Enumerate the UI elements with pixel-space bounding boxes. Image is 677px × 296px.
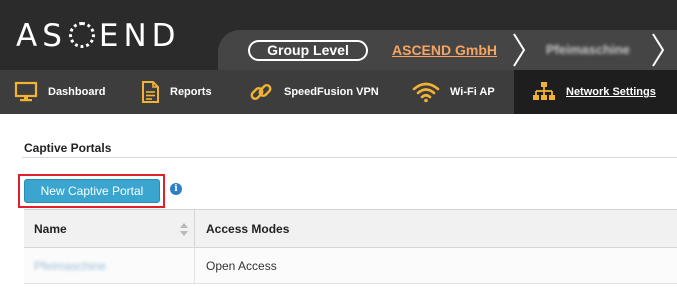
section-title: Captive Portals <box>24 141 112 155</box>
access-modes-cell: Open Access <box>194 248 677 284</box>
network-tree-icon <box>532 81 556 103</box>
nav-item-reports[interactable]: Reports <box>140 70 212 114</box>
wifi-icon <box>412 81 440 103</box>
nav-item-label: Wi-Fi AP <box>450 86 495 98</box>
logo-dotted-c-icon <box>68 22 95 48</box>
nav-item-wifi-ap[interactable]: Wi-Fi AP <box>412 70 495 114</box>
breadcrumb-chevron-icon <box>512 30 526 70</box>
organization-link[interactable]: ASCEND GmbH <box>392 41 497 59</box>
nav-item-dashboard[interactable]: Dashboard <box>14 70 105 114</box>
nav-item-speedfusion-vpn[interactable]: SpeedFusion VPN <box>248 70 379 114</box>
monitor-icon <box>14 81 38 103</box>
table-header: Name Access Modes <box>24 210 677 248</box>
main-nav: Dashboard Reports SpeedFusion VPN Wi-Fi … <box>0 70 677 114</box>
breadcrumb-chevron-icon <box>651 30 665 70</box>
captive-portals-table: Name Access Modes Pfeimaschine Open Acce… <box>24 209 677 284</box>
section-divider <box>22 157 677 158</box>
group-level-badge[interactable]: Group Level <box>248 40 368 61</box>
table-row[interactable]: Pfeimaschine Open Access <box>24 248 677 284</box>
nav-item-network-settings[interactable]: Network Settings <box>514 70 677 114</box>
nav-item-label: Dashboard <box>48 86 106 98</box>
nav-item-label: Network Settings <box>566 86 656 98</box>
sort-icon[interactable] <box>180 223 188 236</box>
nav-item-label: Reports <box>170 86 212 98</box>
chain-link-icon <box>248 79 274 105</box>
nav-item-label: SpeedFusion VPN <box>284 86 379 98</box>
top-header: AS END Group Level ASCEND GmbH Pfeimaschi… <box>0 0 677 70</box>
column-header-name[interactable]: Name <box>24 210 194 248</box>
brand-logo[interactable]: AS END <box>16 18 181 54</box>
main-content: Captive Portals New Captive Portal i Nam… <box>0 114 677 296</box>
document-icon <box>140 80 160 104</box>
portal-name-cell[interactable]: Pfeimaschine <box>24 248 194 284</box>
info-icon[interactable]: i <box>170 183 182 195</box>
device-breadcrumb[interactable]: Pfeimaschine <box>546 41 630 59</box>
new-captive-portal-button[interactable]: New Captive Portal <box>24 179 160 203</box>
column-header-access-modes: Access Modes <box>194 210 677 248</box>
